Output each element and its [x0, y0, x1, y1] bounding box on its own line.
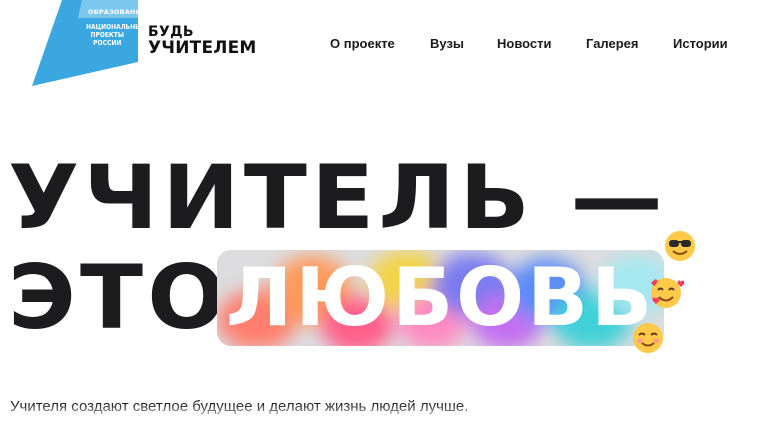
hero-title-line-2: ЭТО: [8, 246, 230, 349]
nav-item-news[interactable]: Новости: [497, 36, 552, 51]
national-projects-logo[interactable]: ОБРАЗОВАНИЕ НАЦИОНАЛЬНЫЕ ПРОЕКТЫ РОССИИ: [30, 0, 146, 86]
smiling-face-with-sunglasses-icon: [665, 231, 695, 261]
nav-item-gallery[interactable]: Галерея: [586, 36, 639, 51]
hero-highlight-box: ЛЮБОВЬ: [217, 250, 664, 346]
brand-line-2: УЧИТЕЛЕМ: [148, 38, 257, 58]
hero-highlight-word: ЛЮБОВЬ: [225, 251, 656, 344]
brand-logo[interactable]: БУДЬ УЧИТЕЛЕМ: [148, 24, 257, 58]
hero-title-line-1: УЧИТЕЛЬ —: [8, 146, 667, 249]
logo-line-2: ПРОЕКТЫ: [90, 31, 125, 39]
logo-line-3: РОССИИ: [93, 39, 122, 47]
logo-main-text: НАЦИОНАЛЬНЫЕ ПРОЕКТЫ РОССИИ: [86, 23, 146, 47]
bottom-fade: [0, 404, 768, 422]
page: ОБРАЗОВАНИЕ НАЦИОНАЛЬНЫЕ ПРОЕКТЫ РОССИИ …: [0, 0, 768, 422]
logo-top-text: ОБРАЗОВАНИЕ: [88, 8, 146, 16]
nav-item-universities[interactable]: Вузы: [430, 36, 464, 51]
smiling-face-with-smiling-eyes-icon: [633, 323, 663, 353]
nav-item-about[interactable]: О проекте: [330, 36, 395, 51]
smiling-face-with-hearts-icon: [651, 278, 684, 308]
nav-item-stories[interactable]: Истории: [673, 36, 728, 51]
logo-line-1: НАЦИОНАЛЬНЫЕ: [86, 23, 146, 31]
